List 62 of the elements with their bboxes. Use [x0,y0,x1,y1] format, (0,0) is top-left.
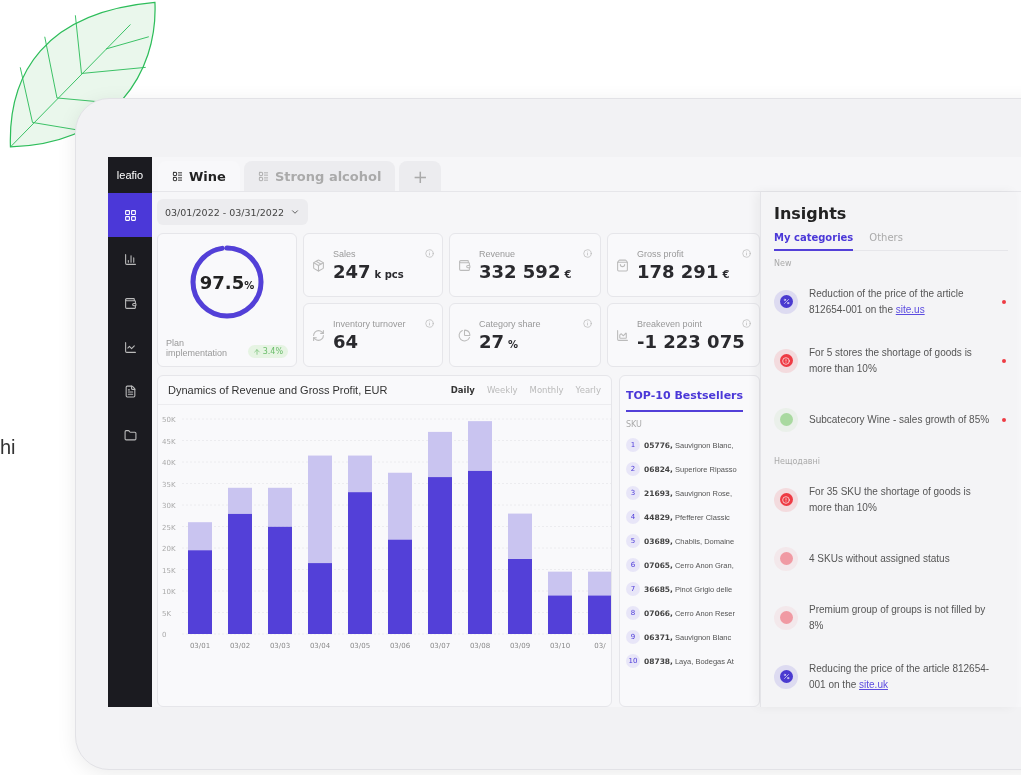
kpi-unit: € [564,268,572,280]
site-link[interactable]: site.uk [859,678,888,690]
nav-icon [123,296,137,310]
info-icon[interactable] [742,248,751,258]
info-icon[interactable] [583,248,592,258]
insight-text: For 35 SKU the shortage of goods is more than 10% [809,484,972,515]
kpi-icon [616,258,629,272]
kpi-icon [312,258,325,272]
kpi-value: 178 291 [637,260,719,282]
kpi-unit: k pcs [374,268,404,280]
kpi-icon [312,328,325,342]
kpi-label: Revenue [479,248,516,259]
nav-icon [123,252,137,266]
insight-text: Subcatecory Wine - sales growth of 85% [809,412,991,427]
period-tab[interactable]: Daily [438,385,475,395]
kpi-label: Sales [333,248,356,259]
plan-value: 97.5% [199,271,255,293]
nav-icon [123,428,137,442]
kpi-label: Category share [479,318,541,329]
kpi-label: Inventory turnover [333,318,406,329]
change-badge: 3.4% [247,345,288,358]
chevron-icon [290,207,300,217]
kpi-icon [616,328,629,342]
kpi-value: 332 592 [479,260,561,282]
kpi-icon [458,328,471,342]
insight-text: Reduction of the price of the article 812654-001 on the site.us [809,286,965,317]
page-text: hi [0,436,16,459]
logo: leafio [115,168,145,183]
kpi-value: -1 223 075 [637,330,745,352]
kpi-unit: % [508,338,519,350]
site-link[interactable]: site.us [895,303,925,315]
section-label: Нещодавні [774,457,821,466]
chart-bar [388,472,412,540]
insight-text: Premium group of groups is not filled by 8% [809,602,987,633]
date-range-picker[interactable]: 03/01/2022 - 03/31/2022 [157,199,308,225]
insight-text: 4 SKUs without assigned status [809,551,951,566]
nav-icon [123,340,137,354]
nav-icon [123,384,137,398]
kpi-label: Breakeven point [637,318,703,329]
info-icon[interactable] [425,318,434,328]
list-icon [172,170,183,182]
kpi-value: 247 [333,260,371,282]
kpi-unit: € [722,268,730,280]
column-header: SKU [626,420,643,429]
nav-icon [123,208,137,222]
sidebar-item[interactable] [108,193,152,237]
plan-label: Plan implementation [166,338,229,358]
info-icon[interactable] [425,248,434,258]
kpi-value: 27 [479,330,505,352]
section-label: New [774,259,793,268]
tab[interactable]: My categories [774,229,854,251]
info-icon[interactable] [583,318,592,328]
kpi-label: Gross profit [637,248,684,259]
kpi-icon [458,258,471,272]
info-icon[interactable] [742,318,751,328]
kpi-value: 64 [333,330,359,352]
insight-text: For 5 stores the shortage of goods is more than 10% [809,345,973,376]
chart-title: Dynamics of Revenue and Gross Profit, EUR [168,384,389,396]
list-icon [257,170,269,182]
panel-title: Insights [774,204,848,223]
bestsellers-tab[interactable]: TOP-10 Bestsellers [626,387,744,412]
insight-text: Reducing the price of the article 812654-001 on the site.uk [809,661,991,692]
